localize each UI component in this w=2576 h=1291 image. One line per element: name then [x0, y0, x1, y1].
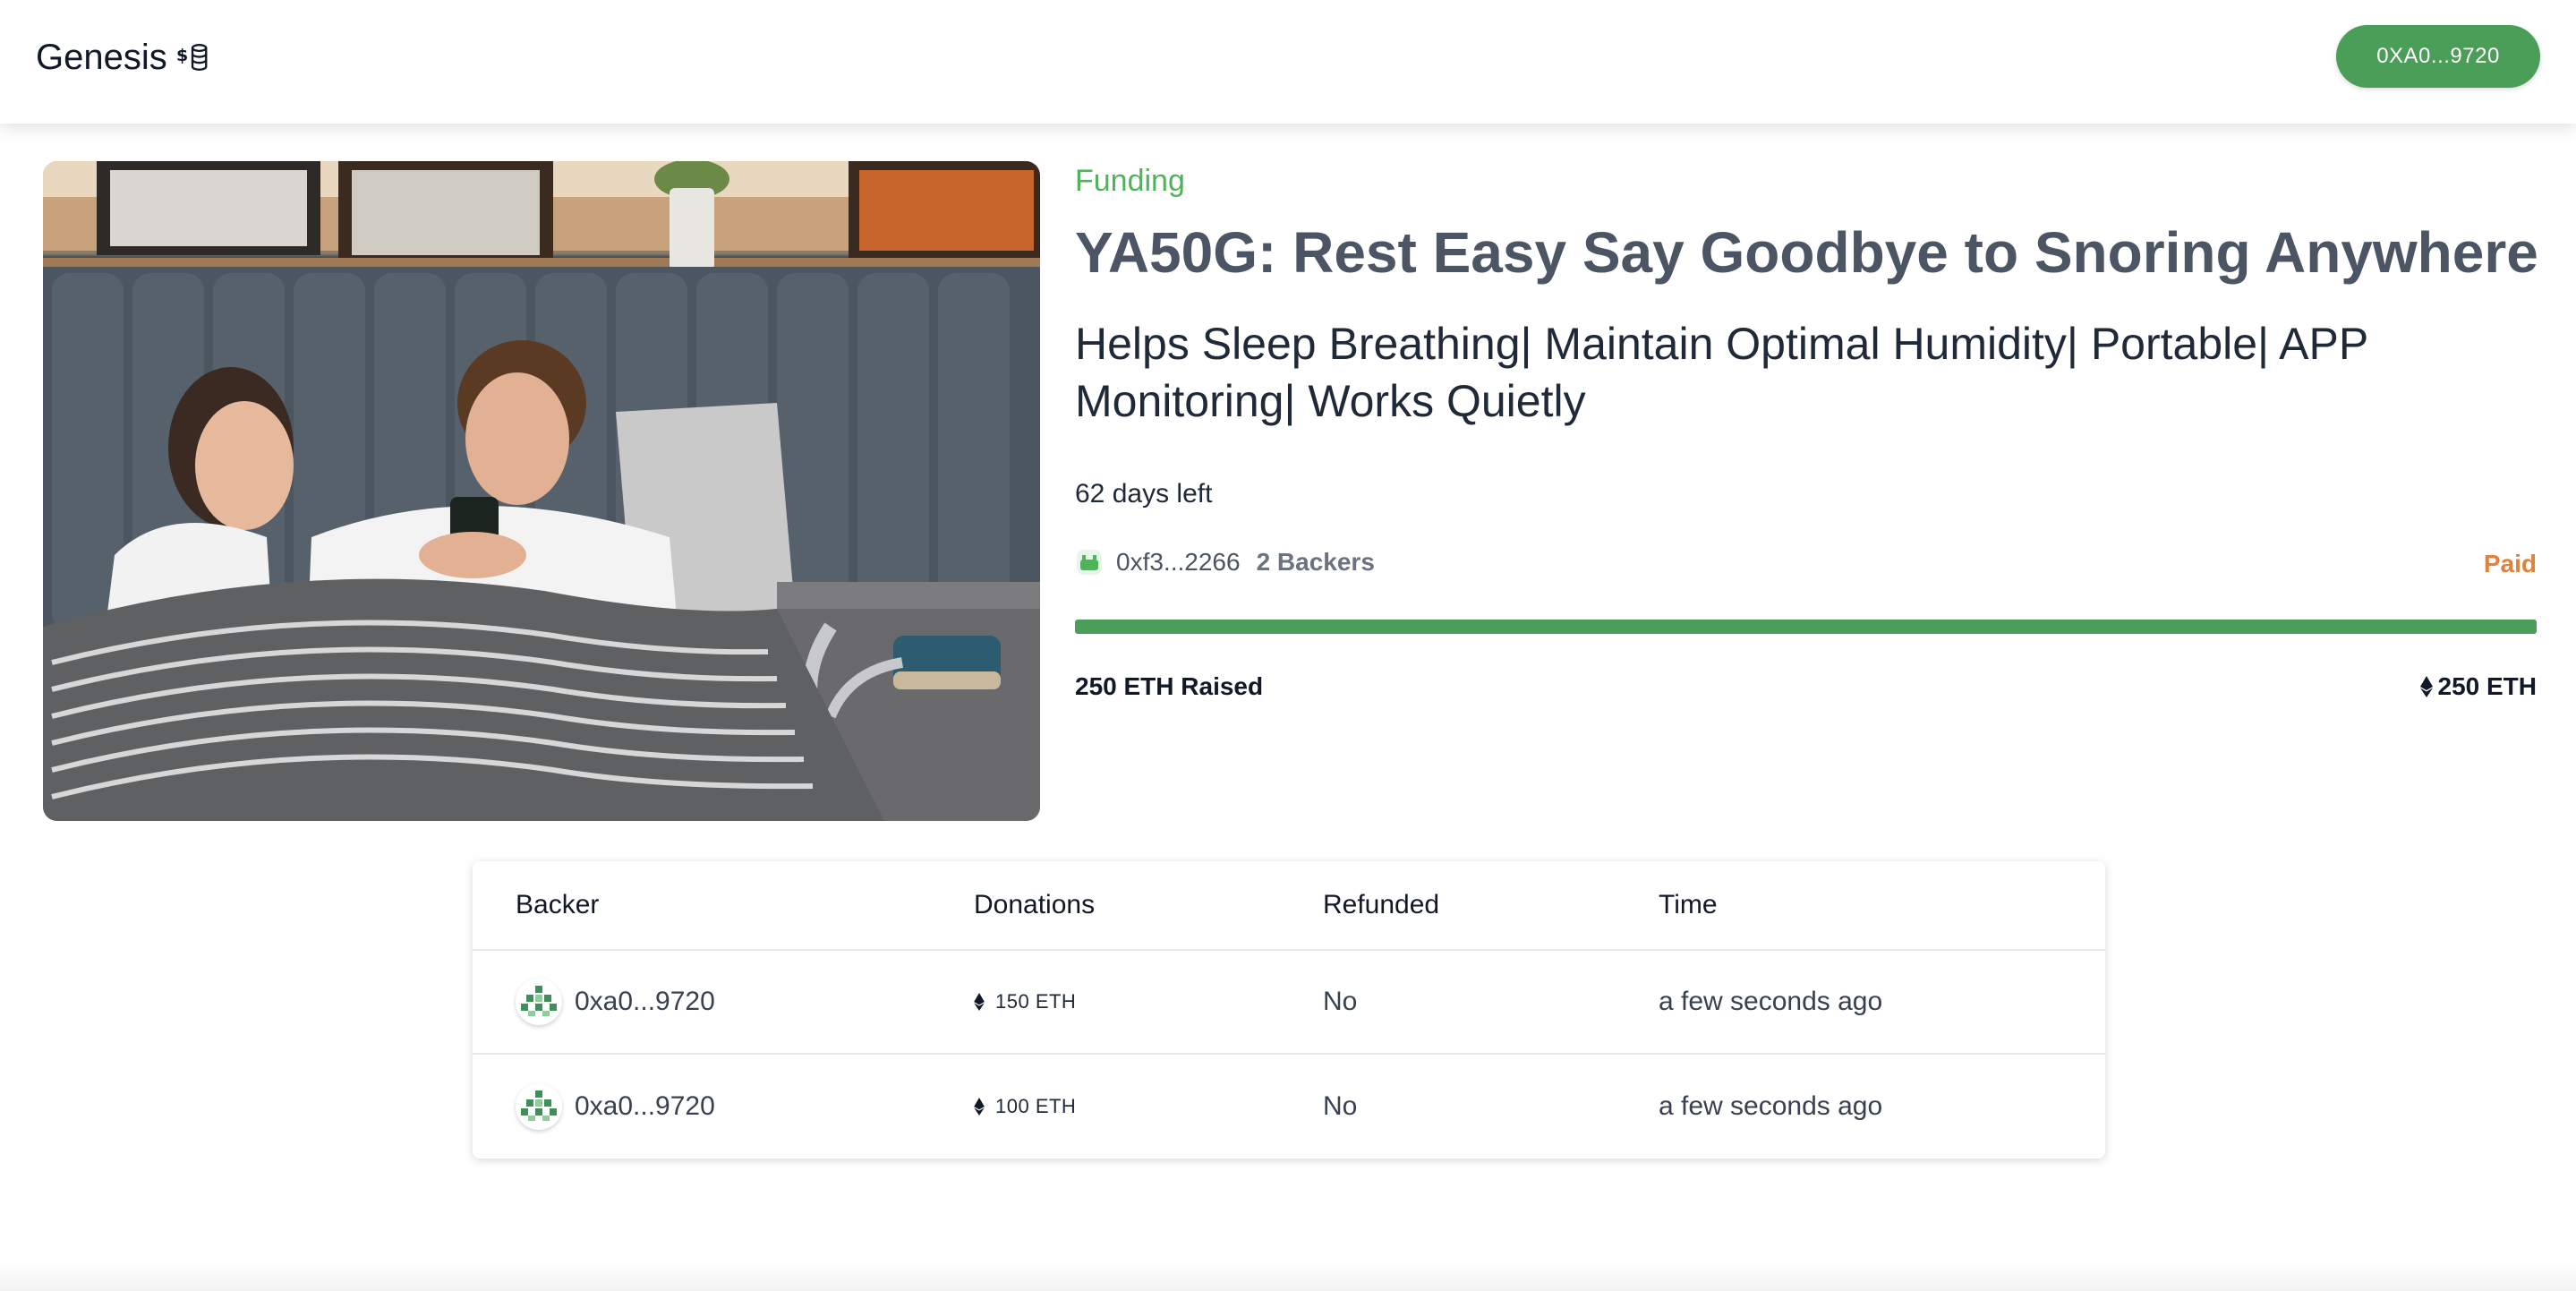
- ethereum-icon: [974, 993, 985, 1011]
- svg-text:$: $: [176, 46, 188, 65]
- project-description: Helps Sleep Breathing| Maintain Optimal …: [1075, 319, 2368, 426]
- column-header-refunded: Refunded: [1323, 890, 1440, 919]
- funding-goal-value: 250 ETH: [2437, 672, 2538, 700]
- project-photo-illustration: [43, 161, 1040, 821]
- owner-address[interactable]: 0xf3...2266: [1116, 548, 1241, 577]
- refunded-cell: No: [1323, 987, 1358, 1016]
- backers-table: Backer Donations Refunded Time 0xa0...97…: [473, 861, 2105, 1158]
- table-row: 0xa0...9720 100 ETH No a few seconds ago: [473, 1055, 2105, 1158]
- top-nav-bar: Genesis $ 0XA0...9720: [0, 0, 2576, 124]
- connected-wallet-button[interactable]: 0XA0...9720: [2336, 25, 2540, 88]
- column-header-backer: Backer: [516, 890, 600, 919]
- project-image: [43, 161, 1040, 821]
- footer-shadow: [0, 1262, 2576, 1291]
- time-cell: a few seconds ago: [1659, 987, 1883, 1016]
- backer-address[interactable]: 0xa0...9720: [575, 1091, 715, 1122]
- amount-raised: 250 ETH Raised: [1075, 672, 1264, 700]
- column-header-time: Time: [1659, 890, 1718, 919]
- donation-cell: 100 ETH: [974, 1055, 1076, 1158]
- refunded-cell: No: [1323, 1091, 1358, 1121]
- donation-amount: 100 ETH: [995, 1095, 1077, 1117]
- app-logo[interactable]: Genesis $: [36, 34, 210, 81]
- funding-goal: 250 ETH: [2419, 672, 2538, 701]
- owner-avatar-icon: [1077, 550, 1102, 575]
- funding-progress-bar: [1075, 620, 2537, 634]
- days-left: 62 days left: [1075, 479, 1213, 509]
- time-cell: a few seconds ago: [1659, 1091, 1883, 1121]
- backer-identicon-icon: [516, 1083, 562, 1130]
- backer-address[interactable]: 0xa0...9720: [575, 987, 715, 1017]
- coins-dollar-icon: $: [176, 44, 208, 71]
- backer-identicon-icon: [516, 979, 562, 1025]
- ethereum-icon: [2419, 676, 2433, 697]
- ethereum-icon: [974, 1098, 985, 1116]
- app-name: Genesis: [36, 37, 167, 77]
- project-status: Funding: [1075, 164, 1185, 198]
- table-header-row: Backer Donations Refunded Time: [473, 861, 2105, 951]
- backer-cell: 0xa0...9720: [516, 951, 715, 1053]
- donation-amount: 150 ETH: [995, 990, 1077, 1013]
- owner-info: 0xf3...2266 2 Backers: [1075, 543, 1375, 582]
- column-header-donations: Donations: [974, 890, 1096, 919]
- payout-status-badge: Paid: [2483, 550, 2537, 577]
- backer-cell: 0xa0...9720: [516, 1055, 715, 1158]
- funding-progress-fill: [1075, 620, 2537, 634]
- table-row: 0xa0...9720 150 ETH No a few seconds ago: [473, 951, 2105, 1055]
- project-title: YA50G: Rest Easy Say Goodbye to Snoring …: [1075, 220, 2538, 285]
- backers-count: 2 Backers: [1256, 548, 1375, 576]
- donation-cell: 150 ETH: [974, 951, 1076, 1053]
